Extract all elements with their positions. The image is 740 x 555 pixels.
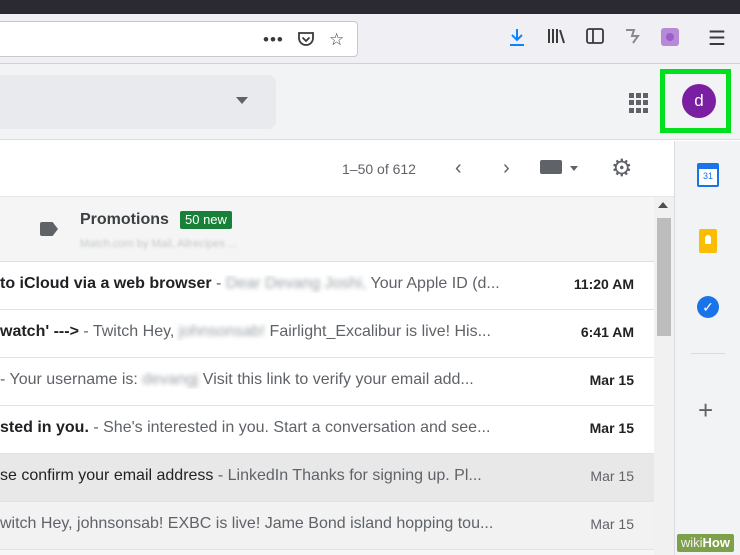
tag-icon: [40, 222, 58, 236]
email-separator: - LinkedIn Thanks for signing up. Pl...: [213, 467, 482, 484]
email-date: Mar 15: [590, 516, 634, 532]
new-count-badge: 50 new: [180, 211, 232, 229]
input-tools-caret-icon[interactable]: [570, 166, 578, 171]
email-subject: se confirm your email address: [0, 467, 214, 484]
email-subject: to iCloud via a web browser: [0, 275, 212, 292]
side-panel: 31 ✓ +: [674, 141, 740, 555]
email-date: Mar 15: [589, 372, 634, 388]
account-avatar[interactable]: d: [682, 84, 716, 118]
library-icon[interactable]: [545, 27, 567, 51]
scroll-up-icon[interactable]: [658, 202, 668, 208]
keep-icon[interactable]: [699, 229, 717, 253]
download-icon[interactable]: [507, 27, 527, 51]
pagination-text: 1–50 of 612: [342, 161, 416, 177]
email-date: Mar 15: [589, 420, 634, 436]
newer-page-icon[interactable]: ‹: [455, 157, 462, 180]
sidebar-icon[interactable]: [584, 27, 606, 51]
email-snippet: Your Apple ID (d...: [366, 275, 500, 292]
email-row[interactable]: - Your username is: devangj Visit this l…: [0, 358, 654, 406]
extension-icon[interactable]: [621, 27, 643, 51]
keyboard-icon[interactable]: [540, 160, 562, 174]
apps-grid-icon[interactable]: [629, 93, 649, 113]
search-box[interactable]: [0, 75, 276, 129]
email-separator: - Twitch Hey,: [78, 323, 175, 340]
promotions-row[interactable]: Promotions 50 new Match.com by Mail, All…: [0, 198, 654, 262]
mail-list-area: 1–50 of 612 ‹ › ⚙ Promotions 50 new Matc…: [0, 141, 674, 555]
list-toolbar: 1–50 of 612 ‹ › ⚙: [0, 141, 674, 197]
more-dots-icon[interactable]: •••: [263, 30, 284, 50]
email-blurred-text: Dear Devang Joshi,: [225, 275, 367, 292]
email-date: 6:41 AM: [580, 324, 634, 340]
tasks-icon[interactable]: ✓: [697, 296, 719, 318]
promotions-title: Promotions: [80, 211, 169, 228]
star-icon[interactable]: ☆: [329, 30, 344, 50]
email-date: 11:20 AM: [573, 276, 634, 292]
settings-gear-icon[interactable]: ⚙: [611, 154, 633, 183]
avatar-highlight: d: [660, 69, 731, 133]
pocket-icon[interactable]: [297, 30, 315, 53]
extension-purple-icon[interactable]: [659, 27, 681, 51]
email-row[interactable]: se confirm your email address - LinkedIn…: [0, 454, 654, 502]
email-subject: watch' --->: [0, 323, 79, 340]
scrollbar-thumb[interactable]: [657, 218, 671, 336]
gmail-header: [0, 64, 740, 140]
browser-titlebar: [0, 0, 740, 14]
email-row[interactable]: sted in you. - She's interested in you. …: [0, 406, 654, 454]
email-row[interactable]: watch' ---> - Twitch Hey, johnsonsab! Fa…: [0, 310, 654, 358]
email-blurred-text: johnsonsab!: [174, 323, 266, 340]
email-date: Mar 15: [590, 468, 634, 484]
email-subject: sted in you.: [0, 419, 89, 436]
url-bar[interactable]: ••• ☆: [0, 21, 358, 57]
wikihow-watermark: wikiHow: [676, 534, 734, 552]
browser-toolbar: ••• ☆ ☰: [0, 14, 740, 64]
email-separator: witch Hey, johnsonsab! EXBC is live! Jam…: [0, 515, 494, 532]
email-blurred-text: devangj: [137, 371, 199, 388]
promotions-senders: Match.com by Mail, Allrecipes ...: [80, 238, 238, 250]
email-separator: -: [211, 275, 226, 292]
email-separator: - She's interested in you. Start a conve…: [88, 419, 491, 436]
older-page-icon[interactable]: ›: [503, 157, 510, 180]
email-snippet: Fairlight_Excalibur is live! His...: [265, 323, 491, 340]
email-snippet: Visit this link to verify your email add…: [198, 371, 474, 388]
email-row[interactable]: witch Hey, johnsonsab! EXBC is live! Jam…: [0, 502, 654, 550]
menu-icon[interactable]: ☰: [706, 27, 728, 51]
email-row[interactable]: to iCloud via a web browser - Dear Devan…: [0, 262, 654, 310]
email-separator: - Your username is:: [0, 371, 138, 388]
side-panel-divider: [691, 353, 725, 354]
add-icon[interactable]: +: [698, 397, 713, 423]
calendar-icon[interactable]: 31: [697, 163, 719, 187]
search-options-caret-icon[interactable]: [236, 97, 248, 104]
